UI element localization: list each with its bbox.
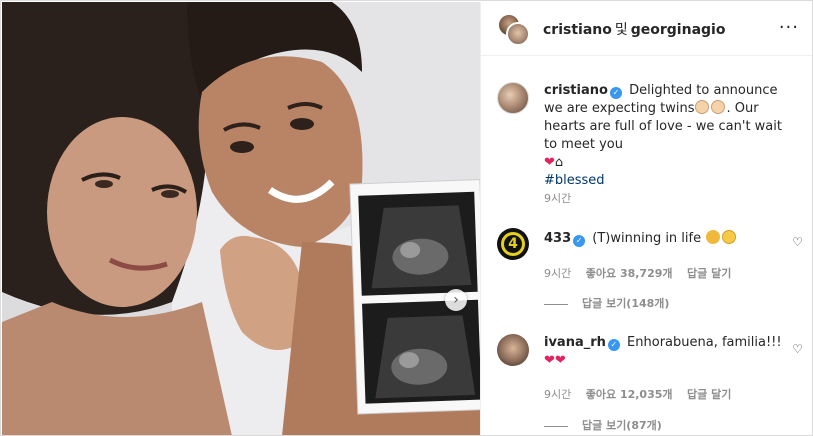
avatar[interactable]: 4 (497, 228, 529, 260)
comment-text: Enhorabuena, familia!!! (627, 335, 782, 350)
comment-meta: 9시간 좋아요 38,729개 답글 달기 (544, 265, 742, 281)
comment-body: ivana_rh ✓ Enhorabuena, familia!!! ❤❤ (544, 334, 799, 370)
comment-meta: 9시간 좋아요 12,035개 답글 달기 (544, 386, 742, 402)
avatar (506, 21, 530, 46)
red-heart-emoji-icon: ❤ (544, 353, 555, 368)
comment-text: (T)winning in life (592, 231, 702, 246)
avatar[interactable] (497, 82, 529, 114)
post-photo[interactable]: › (2, 2, 480, 435)
grinning-face-emoji-icon (722, 230, 737, 244)
view-replies-label: 답글 보기(148개) (582, 297, 670, 310)
avatar[interactable] (497, 334, 529, 366)
author-username[interactable]: cristiano (543, 22, 612, 38)
caption-username[interactable]: cristiano (544, 83, 608, 98)
next-photo-button[interactable]: › (445, 289, 467, 311)
ellipsis-icon[interactable]: ··· (779, 19, 799, 37)
comment-time[interactable]: 9시간 (544, 267, 571, 280)
baby-emoji-icon (711, 100, 726, 114)
view-replies-label: 답글 보기(87개) (582, 419, 662, 432)
heart-icon[interactable]: ♡ (792, 235, 803, 249)
collab-avatars[interactable] (497, 12, 530, 46)
hashtag-link[interactable]: #blessed (544, 173, 605, 188)
comment-username[interactable]: 433 (544, 231, 571, 246)
433-logo-icon: 4 (501, 232, 525, 256)
chevron-right-icon: › (453, 292, 459, 308)
baby-emoji-icon (695, 100, 710, 114)
post-caption: cristiano ✓ Delighted to announce we are … (497, 82, 802, 205)
heart-icon[interactable]: ♡ (792, 342, 803, 356)
comment-time[interactable]: 9시간 (544, 388, 571, 401)
post-dialog: › cristiano 및 georginagio ··· cristiano ✓ D… (0, 0, 813, 436)
photo-illustration (2, 2, 480, 435)
comment-username[interactable]: ivana_rh (544, 335, 606, 350)
reply-button[interactable]: 답글 달기 (687, 388, 731, 401)
author-conjunction: 및 (614, 21, 628, 38)
verified-badge-icon: ✓ (607, 339, 620, 351)
flexed-bicep-emoji-icon (706, 230, 721, 244)
comment-item: ivana_rh ✓ Enhorabuena, familia!!! ❤❤ 9시간… (497, 334, 802, 434)
view-replies-button[interactable]: 답글 보기(87개) (544, 417, 662, 433)
verified-badge-icon: ✓ (609, 87, 622, 99)
post-authors: cristiano 및 georginagio (543, 19, 725, 39)
caption-time[interactable]: 9시간 (544, 192, 571, 205)
verified-badge-icon: ✓ (573, 235, 586, 247)
house-emoji-icon: ⌂ (554, 155, 564, 170)
post-header: cristiano 및 georginagio ··· (481, 2, 812, 56)
caption-meta: 9시간 (544, 190, 582, 206)
author-username[interactable]: georginagio (631, 22, 726, 38)
caption-body: cristiano ✓ Delighted to announce we are … (544, 82, 799, 190)
comment-body: 433 ✓ (T)winning in life (544, 230, 799, 248)
comment-likes[interactable]: 좋아요 12,035개 (586, 388, 673, 401)
view-replies-button[interactable]: 답글 보기(148개) (544, 295, 669, 311)
red-heart-emoji-icon: ❤ (544, 155, 555, 170)
red-heart-emoji-icon: ❤ (554, 353, 566, 368)
comment-likes[interactable]: 좋아요 38,729개 (586, 267, 673, 280)
comment-item: 4 433 ✓ (T)winning in life 9시간 좋아요 38,729… (497, 228, 802, 318)
divider (544, 425, 568, 427)
divider (544, 303, 568, 305)
reply-button[interactable]: 답글 달기 (687, 267, 731, 280)
post-side-panel: cristiano 및 georginagio ··· cristiano ✓ Del… (480, 2, 812, 435)
